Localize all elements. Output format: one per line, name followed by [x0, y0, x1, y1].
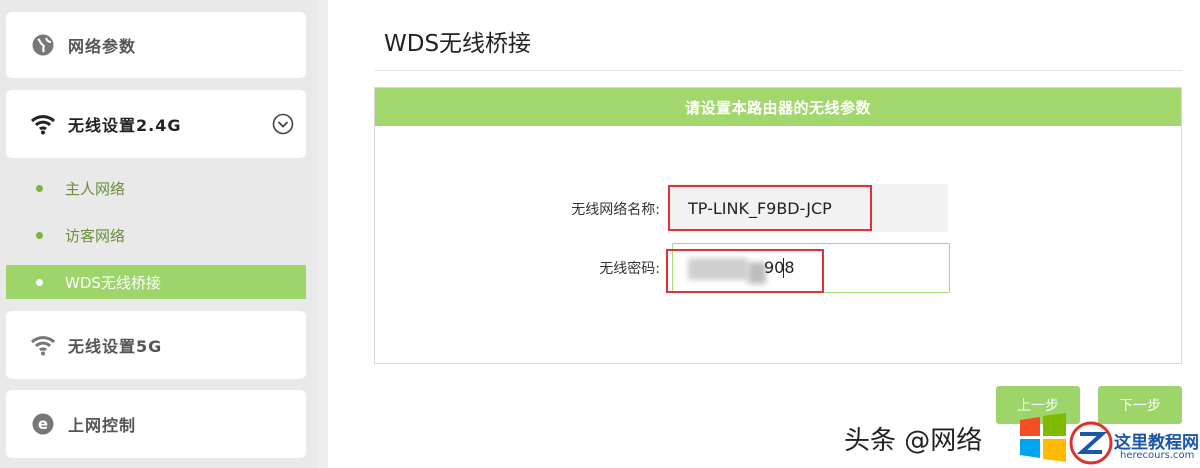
- divider: [374, 70, 1182, 71]
- watermark-text: 头条 @网络: [844, 426, 983, 456]
- sidebar-subitem-wds[interactable]: WDS无线桥接: [6, 265, 306, 299]
- sidebar-item-wireless-2g[interactable]: 无线设置2.4G: [6, 90, 306, 158]
- wifi-icon: [30, 111, 56, 137]
- sidebar-item-label: 无线设置2.4G: [68, 116, 182, 135]
- site-url: herecours.com: [1120, 450, 1195, 461]
- sidebar-subitem-label: WDS无线桥接: [65, 273, 161, 292]
- e-icon: e: [30, 411, 56, 437]
- bullet-icon: [36, 278, 43, 286]
- sidebar-item-network-params[interactable]: 网络参数: [6, 12, 306, 78]
- sidebar-subitem-label: 访客网络: [65, 226, 126, 245]
- sidebar-item-label: 网络参数: [68, 37, 137, 56]
- globe-icon: [30, 32, 56, 58]
- sidebar-subitem-label: 主人网络: [65, 179, 126, 198]
- sidebar-item-label: 上网控制: [68, 416, 137, 435]
- windows-logo-icon: [1020, 413, 1066, 462]
- highlight-box: [666, 249, 824, 293]
- sidebar-subitem-guest-network[interactable]: 访客网络: [6, 218, 306, 252]
- sidebar-item-wireless-5g[interactable]: 无线设置5G: [6, 311, 306, 379]
- next-button[interactable]: 下一步: [1098, 386, 1182, 424]
- bullet-icon: [36, 231, 43, 239]
- password-label: 无线密码:: [599, 261, 660, 277]
- sidebar-item-label: 无线设置5G: [68, 337, 163, 356]
- svg-text:e: e: [38, 415, 48, 433]
- sidebar: 网络参数 无线设置2.4G 主人网络 访客网络 WDS无线桥接 无线设置5G e…: [0, 0, 318, 468]
- panel-title: 请设置本路由器的无线参数: [684, 98, 871, 117]
- chevron-down-icon[interactable]: [272, 113, 294, 135]
- wifi-icon: [30, 332, 56, 358]
- site-logo-icon: [1069, 421, 1113, 465]
- page-title: WDS无线桥接: [384, 31, 532, 57]
- highlight-box: [668, 185, 872, 231]
- bullet-icon: [36, 184, 43, 192]
- main-content: WDS无线桥接 请设置本路由器的无线参数 无线网络名称: TP-LINK_F9B…: [328, 0, 1200, 468]
- sidebar-subitem-host-network[interactable]: 主人网络: [6, 171, 306, 205]
- ssid-label: 无线网络名称:: [571, 202, 660, 218]
- panel-header: 请设置本路由器的无线参数: [375, 88, 1181, 126]
- sidebar-item-internet-control[interactable]: e 上网控制: [6, 390, 306, 458]
